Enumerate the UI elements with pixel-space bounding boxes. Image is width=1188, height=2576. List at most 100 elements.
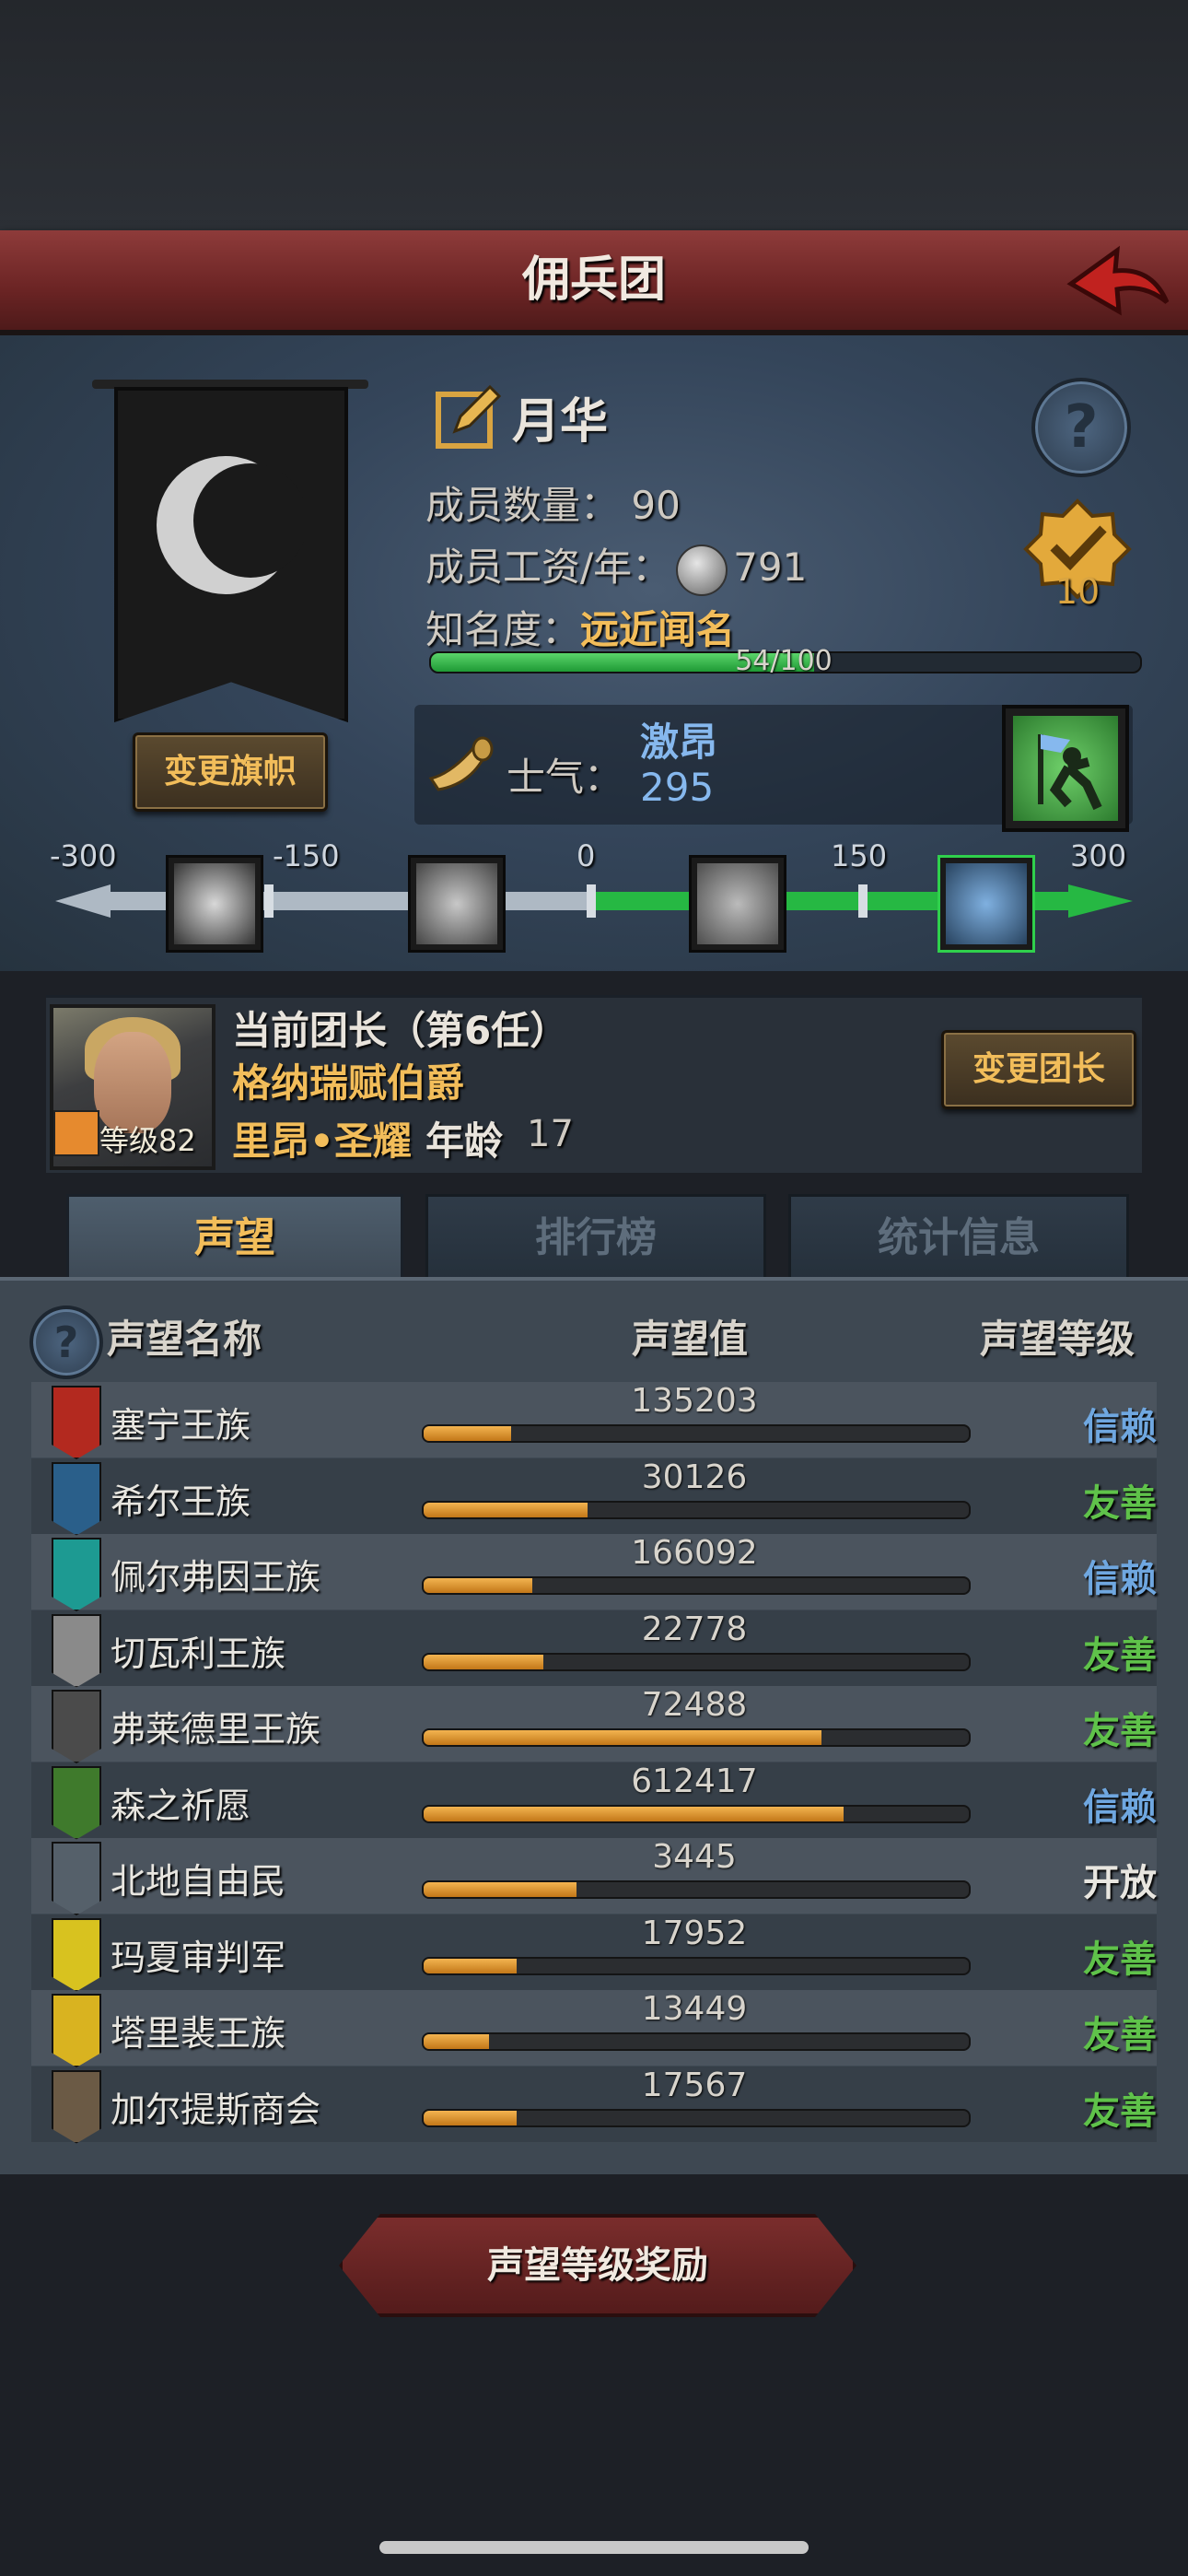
back-button[interactable] (1064, 230, 1174, 330)
reputation-row[interactable]: 佩尔弗因王族 166092 信赖 (31, 1534, 1157, 1611)
question-icon: ? (53, 1317, 79, 1367)
faction-crest-icon (52, 1842, 101, 1915)
faction-name: 塞宁王族 (111, 1405, 251, 1446)
tab-statistics[interactable]: 统计信息 (788, 1194, 1129, 1282)
column-header-value: 声望值 (632, 1317, 749, 1362)
leader-age-label: 年龄 (425, 1118, 504, 1164)
morale-status-icon[interactable] (1002, 705, 1129, 832)
morale-value: 295 (640, 765, 715, 810)
faction-name: 北地自由民 (111, 1861, 286, 1902)
banner-runner-icon (1038, 734, 1102, 811)
help-button[interactable]: ? (1031, 378, 1131, 477)
reputation-level: 友善 (1083, 2090, 1157, 2133)
reputation-bar (422, 1424, 971, 1443)
morale-level-normal-icon[interactable] (689, 855, 786, 953)
reputation-row[interactable]: 加尔提斯商会 17567 友善 (31, 2066, 1157, 2144)
faction-crest-icon (52, 1765, 101, 1840)
reputation-value: 17952 (641, 1914, 748, 1952)
leader-origin: 里昂•圣耀 (232, 1118, 412, 1164)
reputation-row[interactable]: 弗莱德里王族 72488 友善 (31, 1686, 1157, 1763)
faction-name: 切瓦利王族 (111, 1633, 286, 1674)
column-header-name: 声望名称 (107, 1317, 262, 1362)
edit-name-icon[interactable] (433, 378, 507, 451)
tab-ranking[interactable]: 排行榜 (425, 1194, 766, 1282)
faction-name: 弗莱德里王族 (111, 1709, 321, 1750)
reputation-bar (422, 1804, 971, 1823)
reputation-row[interactable]: 玛夏审判军 17952 友善 (31, 1914, 1157, 1992)
morale-level-low-icon[interactable] (408, 855, 506, 953)
reputation-reward-button[interactable]: 声望等级奖励 (339, 2214, 856, 2317)
morale-level-despair-icon[interactable] (166, 855, 263, 953)
reputation-bar (422, 1728, 971, 1747)
leader-name: 格纳瑞赋伯爵 (232, 1060, 465, 1106)
reputation-bar (422, 2032, 971, 2051)
reputation-row[interactable]: 森之祈愿 612417 信赖 (31, 1762, 1157, 1840)
reputation-row[interactable]: 北地自由民 3445 开放 (31, 1838, 1157, 1915)
reputation-bar-fill (424, 2034, 490, 2049)
reputation-bar (422, 1576, 971, 1595)
faction-name: 塔里裴王族 (111, 2013, 286, 2054)
track-label: -150 (273, 838, 340, 873)
salary-value: 791 (733, 544, 808, 590)
change-flag-button[interactable]: 变更旗帜 (133, 732, 328, 812)
faction-name: 希尔王族 (111, 1481, 251, 1522)
morale-level-high-icon[interactable] (938, 855, 1035, 953)
reputation-bar-fill (424, 1882, 577, 1897)
reputation-value: 30126 (641, 1458, 748, 1496)
faction-name: 佩尔弗因王族 (111, 1557, 321, 1598)
track-label: 0 (577, 838, 596, 873)
members-value: 90 (631, 483, 681, 528)
reputation-bar-fill (424, 1502, 588, 1517)
members-stat: 成员数量： 90 (425, 474, 681, 531)
faction-name: 玛夏审判军 (111, 1937, 286, 1978)
reputation-row[interactable]: 切瓦利王族 22778 友善 (31, 1610, 1157, 1688)
fame-progress-text: 54/100 (735, 645, 833, 677)
reputation-level: 信赖 (1083, 1786, 1157, 1829)
home-indicator[interactable] (379, 2541, 809, 2554)
guild-name: 月华 (512, 394, 609, 450)
track-label: 150 (831, 838, 888, 873)
horn-icon (428, 736, 494, 791)
reputation-bar (422, 1500, 971, 1519)
reputation-bar (422, 2108, 971, 2127)
reputation-value: 22778 (641, 1610, 748, 1648)
reputation-bar (422, 1652, 971, 1671)
faction-crest-icon (52, 1690, 101, 1763)
morale-label: 士气： (507, 755, 623, 800)
reputation-level: 信赖 (1083, 1406, 1157, 1448)
faction-name: 加尔提斯商会 (111, 2089, 321, 2130)
reputation-level: 友善 (1083, 1710, 1157, 1752)
faction-crest-icon (52, 1613, 101, 1688)
reputation-level: 开放 (1083, 1862, 1157, 1904)
faction-crest-icon (52, 1994, 101, 2067)
reputation-row[interactable]: 希尔王族 30126 友善 (31, 1458, 1157, 1536)
reputation-level: 友善 (1083, 1481, 1157, 1525)
reputation-value: 135203 (631, 1382, 758, 1420)
faction-crest-icon (52, 1386, 101, 1459)
reputation-level: 友善 (1083, 1938, 1157, 1981)
leader-age: 17 (527, 1113, 574, 1155)
change-leader-button[interactable]: 变更团长 (941, 1030, 1136, 1109)
faction-crest-icon (52, 1461, 101, 1536)
medal-count: 10 (1054, 571, 1101, 612)
reputation-bar (422, 1956, 971, 1975)
reputation-value: 17567 (641, 2066, 748, 2104)
members-label: 成员数量： (425, 483, 620, 528)
reputation-bar-fill (424, 1806, 844, 1821)
track-tick (858, 884, 868, 918)
reputation-bar (422, 1880, 971, 1899)
faction-crest-icon (52, 1538, 101, 1611)
reputation-value: 612417 (631, 1762, 758, 1800)
reputation-level: 友善 (1083, 1633, 1157, 1677)
reputation-help-button[interactable]: ? (29, 1306, 103, 1379)
track-tick (264, 884, 274, 918)
tab-reputation[interactable]: 声望 (66, 1194, 403, 1280)
reputation-row[interactable]: 塔里裴王族 13449 友善 (31, 1990, 1157, 2067)
faction-crest-icon (52, 2069, 101, 2144)
track-label: -300 (50, 838, 117, 873)
faction-name: 森之祈愿 (111, 1785, 251, 1826)
reputation-bar-fill (424, 1654, 544, 1669)
reputation-row[interactable]: 塞宁王族 135203 信赖 (31, 1382, 1157, 1459)
reputation-value: 3445 (652, 1838, 737, 1876)
reputation-value: 72488 (641, 1686, 748, 1724)
